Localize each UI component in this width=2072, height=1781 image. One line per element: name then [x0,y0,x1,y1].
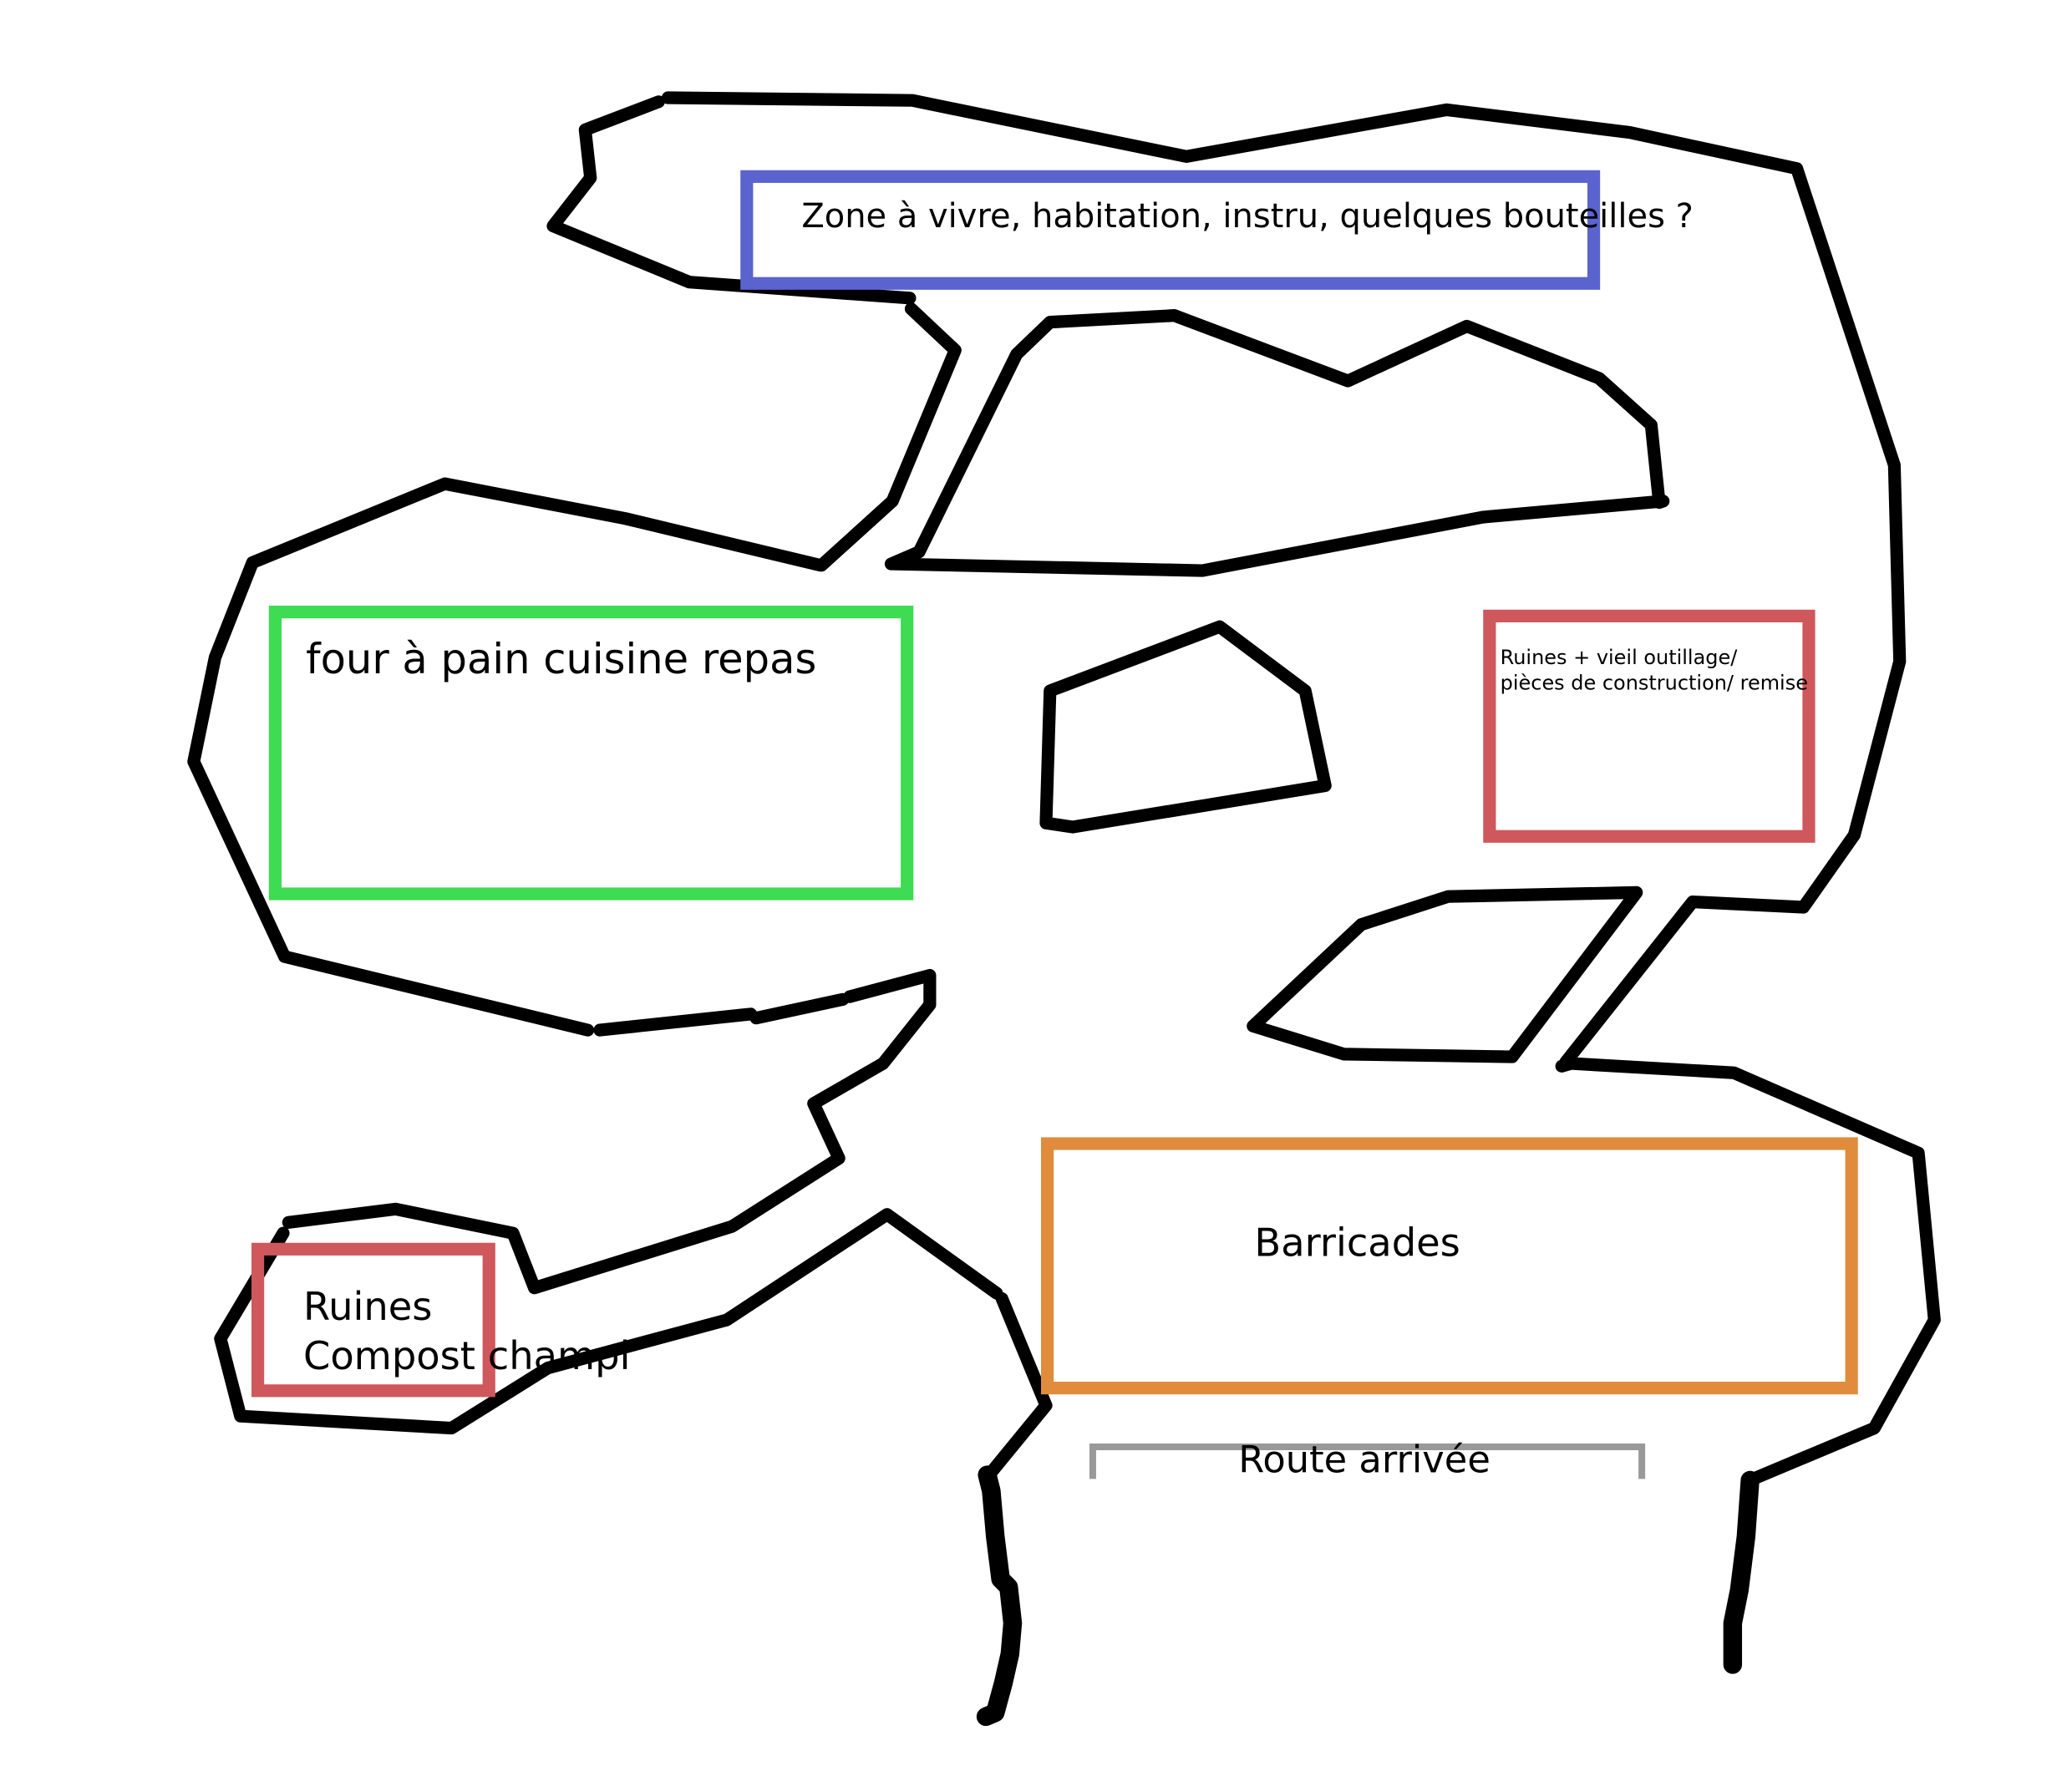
zone-kitchen-label: four à pain cuisine repas [306,635,816,683]
zone-ruins-tools-label-line2: pièces de construction/ remise [1501,671,1808,694]
zone-ruins-tools-label-line1: Ruines + vieil outillage/ [1501,646,1739,669]
zone-ruins-compost-label-line1: Ruines [303,1284,432,1329]
zone-living-label: Zone à vivre, habitation, instru, quelqu… [801,197,1693,236]
site-plan-diagram: Zone à vivre, habitation, instru, quelqu… [0,0,2072,1781]
zone-barricades-label: Barricades [1254,1220,1460,1265]
zone-ruins-compost-label-line2: Compost champi [303,1333,631,1378]
road-arrival-label: Route arrivée [1238,1437,1491,1481]
